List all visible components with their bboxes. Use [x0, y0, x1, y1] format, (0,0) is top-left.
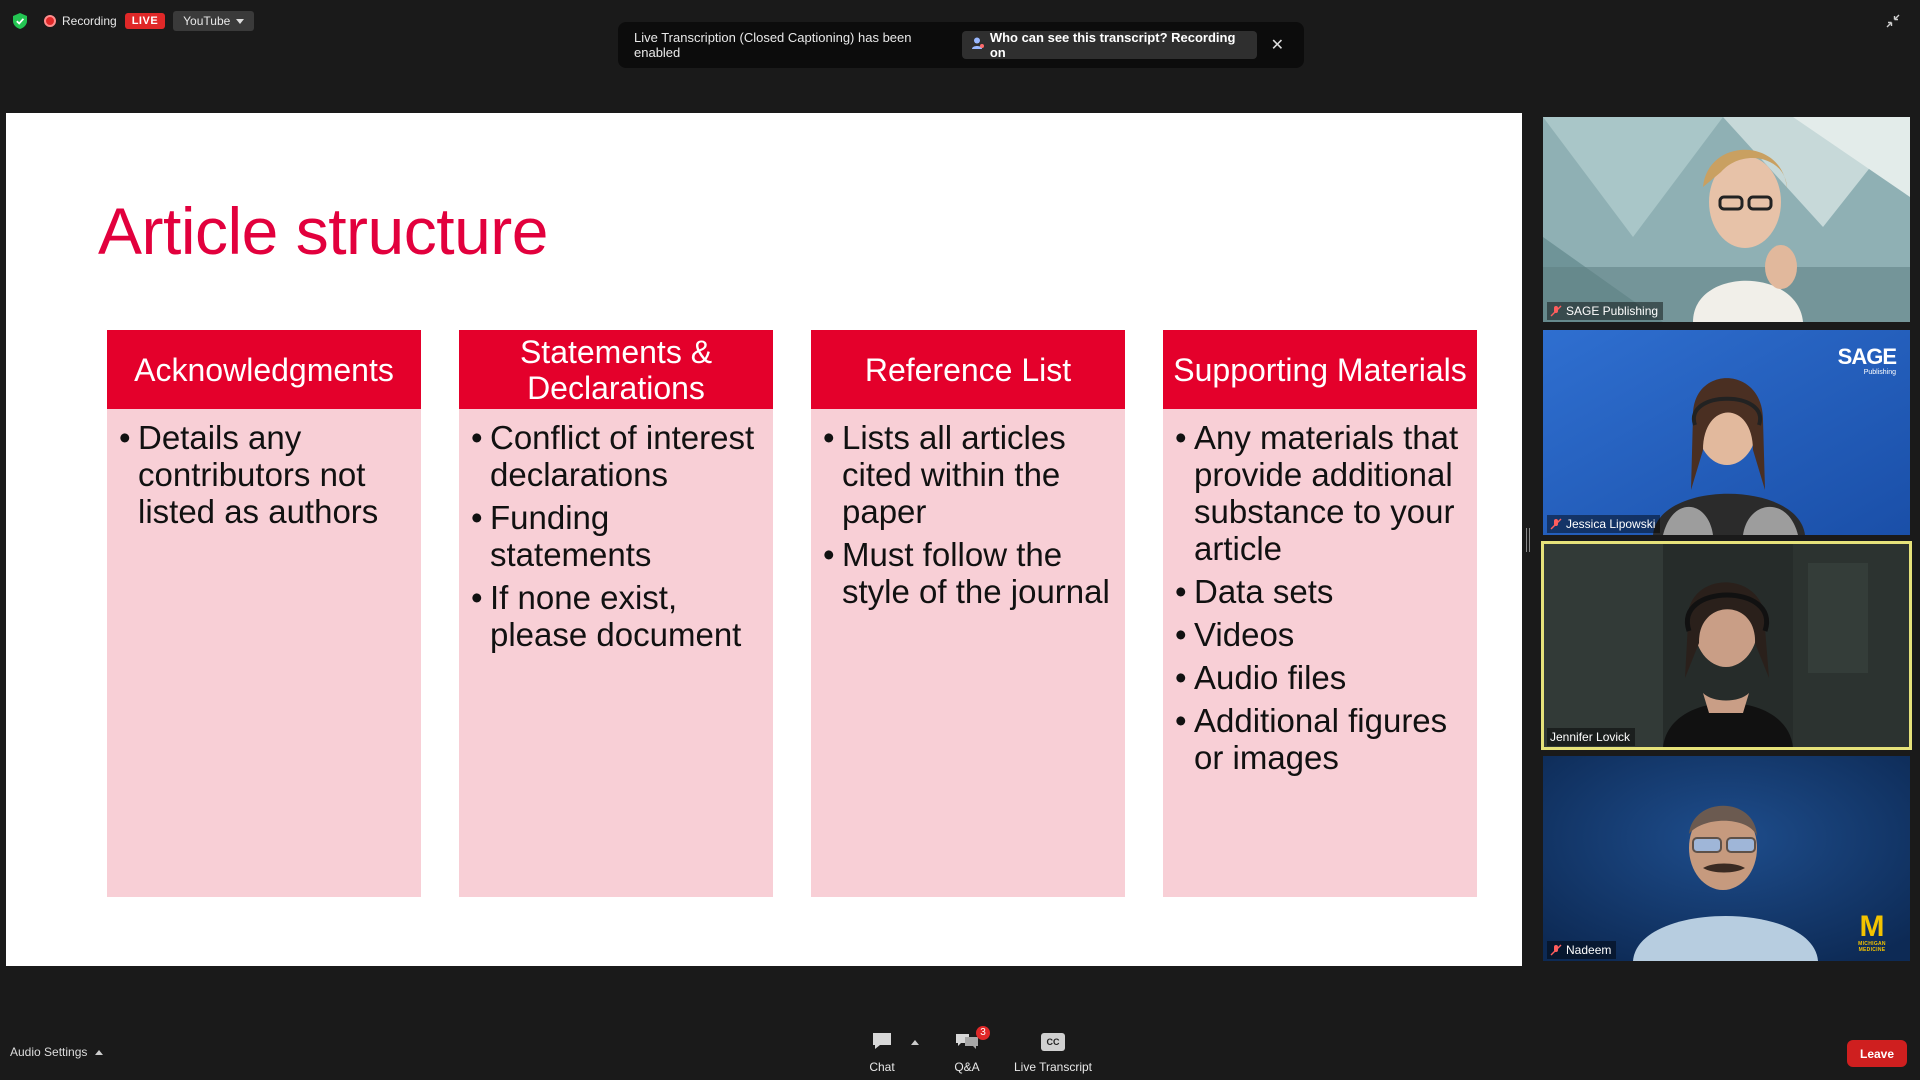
close-icon[interactable]: ✕: [1267, 34, 1288, 56]
sage-logo: SAGE: [1837, 344, 1897, 369]
slide-column: Statements & Declarations Conflict of in…: [459, 330, 773, 897]
michigan-m-mark: M: [1859, 910, 1885, 943]
audio-settings-label: Audio Settings: [10, 1045, 88, 1059]
column-bullet: Videos: [1175, 616, 1465, 653]
leave-button[interactable]: Leave: [1847, 1040, 1907, 1067]
participant-video-tile[interactable]: M MICHIGAN MEDICINE Nadeem: [1543, 756, 1910, 961]
recording-label: Recording: [62, 14, 117, 28]
column-bullet: Details any contributors not listed as a…: [119, 419, 409, 530]
participant-name-tag: Jessica Lipowski: [1547, 515, 1661, 533]
mic-muted-icon: [1550, 944, 1562, 956]
recording-indicator[interactable]: Recording: [44, 14, 117, 28]
participant-video-tile[interactable]: SAGE Publishing: [1543, 117, 1910, 322]
participant-name: SAGE Publishing: [1566, 304, 1659, 318]
chat-label: Chat: [869, 1060, 895, 1074]
slide-column: Acknowledgments Details any contributors…: [107, 330, 421, 897]
column-bullet: Conflict of interest declarations: [471, 419, 761, 493]
stream-target-dropdown[interactable]: YouTube: [173, 11, 255, 31]
mic-muted-icon: [1550, 518, 1562, 530]
chat-button[interactable]: Chat: [837, 1030, 927, 1074]
audio-settings-button[interactable]: Audio Settings: [10, 1045, 104, 1059]
transcript-visibility-button[interactable]: Who can see this transcript? Recording o…: [961, 30, 1257, 60]
notification-message: Live Transcription (Closed Captioning) h…: [634, 30, 912, 60]
chat-options-chevron-icon[interactable]: [911, 1040, 919, 1045]
shared-screen-slide: Article structure Acknowledgments Detail…: [6, 113, 1522, 966]
video-feed: [1543, 543, 1910, 748]
column-header: Supporting Materials: [1163, 330, 1477, 409]
chevron-up-icon: [95, 1049, 104, 1055]
michigan-medicine-logo: M MICHIGAN MEDICINE: [1844, 910, 1900, 954]
column-bullet: Funding statements: [471, 499, 761, 573]
meeting-status-bar: Recording LIVE YouTube: [12, 10, 255, 32]
participant-name-tag: Jennifer Lovick: [1547, 728, 1636, 746]
column-header: Reference List: [811, 330, 1125, 409]
transcript-visibility-label: Who can see this transcript? Recording o…: [989, 30, 1236, 60]
participant-video-tile-active-speaker[interactable]: Jennifer Lovick: [1541, 541, 1912, 750]
live-badge[interactable]: LIVE: [124, 13, 166, 29]
security-shield-icon[interactable]: [12, 12, 28, 30]
chat-bubble-icon: [871, 1031, 893, 1054]
participant-name: Nadeem: [1566, 943, 1612, 957]
zoom-meeting-window: Recording LIVE YouTube Live Transcriptio…: [0, 0, 1920, 1080]
closed-caption-icon: CC: [1041, 1033, 1065, 1051]
column-bullet: Additional figures or images: [1175, 702, 1465, 776]
participant-name-tag: SAGE Publishing: [1547, 302, 1664, 320]
column-bullet: Audio files: [1175, 659, 1465, 696]
live-transcript-button[interactable]: CC Live Transcript: [1008, 1030, 1098, 1074]
qa-label: Q&A: [954, 1060, 980, 1074]
person-icon: [971, 37, 984, 53]
participant-video-tile[interactable]: SAGE Publishing Jessica Lipowski: [1543, 330, 1910, 535]
column-bullet: Must follow the style of the journal: [823, 536, 1113, 610]
video-feed: [1543, 117, 1910, 322]
mic-muted-icon: [1550, 305, 1562, 317]
participant-name: Jessica Lipowski: [1566, 517, 1656, 531]
participant-name: Jennifer Lovick: [1550, 730, 1631, 744]
column-header: Acknowledgments: [107, 330, 421, 409]
column-header: Statements & Declarations: [459, 330, 773, 409]
participant-name-tag: Nadeem: [1547, 941, 1617, 959]
panel-resize-handle[interactable]: [1526, 528, 1530, 552]
column-bullet: If none exist, please document: [471, 579, 761, 653]
slide-column: Supporting Materials Any materials that …: [1163, 330, 1477, 897]
column-bullet: Any materials that provide additional su…: [1175, 419, 1465, 567]
recording-dot-icon: [44, 15, 56, 27]
slide-column: Reference List Lists all articles cited …: [811, 330, 1125, 897]
slide-title: Article structure: [98, 194, 548, 268]
stream-target-label: YouTube: [183, 14, 231, 28]
michigan-medicine-wordmark: MICHIGAN MEDICINE: [1858, 941, 1886, 953]
column-bullet: Data sets: [1175, 573, 1465, 610]
chevron-down-icon: [236, 18, 245, 24]
qa-unread-badge: 3: [976, 1026, 990, 1040]
sage-logo-subtitle: Publishing: [1863, 369, 1896, 376]
exit-fullscreen-icon[interactable]: [1886, 14, 1902, 30]
transcription-notification: Live Transcription (Closed Captioning) h…: [618, 22, 1304, 68]
column-bullet: Lists all articles cited within the pape…: [823, 419, 1113, 530]
live-transcript-label: Live Transcript: [1013, 1060, 1093, 1074]
qa-button[interactable]: 3 Q&A: [922, 1026, 1012, 1074]
